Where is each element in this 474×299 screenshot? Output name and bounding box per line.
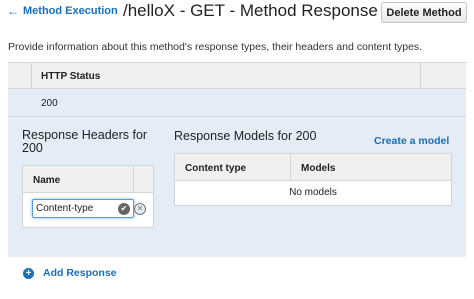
http-status-table-header: HTTP Status bbox=[8, 62, 466, 89]
page-description: Provide information about this method's … bbox=[8, 41, 423, 53]
response-headers-table: Name ✔ ✕ bbox=[22, 165, 154, 228]
response-models-table-header: Content type Models bbox=[175, 154, 451, 181]
content-type-column-header: Content type bbox=[175, 154, 291, 180]
response-models-table: Content type Models No models bbox=[174, 153, 452, 206]
delete-method-button[interactable]: Delete Method bbox=[381, 2, 467, 23]
response-models-title: Response Models for 200 bbox=[174, 129, 317, 143]
add-response-button[interactable]: + Add Response bbox=[23, 267, 117, 279]
http-status-row-200[interactable]: 200 bbox=[8, 89, 466, 117]
back-to-method-execution-link[interactable]: ← Method Execution bbox=[7, 5, 118, 17]
response-headers-title: Response Headers for 200 bbox=[22, 128, 148, 155]
table-actions-column bbox=[133, 166, 153, 192]
close-circle-icon[interactable]: ✕ bbox=[134, 203, 146, 215]
arrow-left-icon: ← bbox=[7, 4, 19, 18]
no-models-message: No models bbox=[289, 187, 337, 198]
add-response-label: Add Response bbox=[43, 267, 117, 279]
header-edit-row: ✔ ✕ bbox=[23, 193, 153, 227]
create-model-link[interactable]: Create a model bbox=[374, 135, 449, 147]
name-column-header: Name bbox=[33, 175, 61, 186]
table-gutter bbox=[8, 63, 32, 88]
back-link-label: Method Execution bbox=[23, 5, 118, 17]
models-column-header: Models bbox=[301, 163, 336, 174]
plus-circle-icon: + bbox=[23, 267, 34, 279]
response-headers-table-header: Name bbox=[23, 166, 153, 193]
table-actions-column bbox=[420, 63, 466, 88]
http-status-column-header: HTTP Status bbox=[41, 71, 101, 82]
http-status-table: HTTP Status 200 bbox=[8, 62, 466, 117]
check-circle-icon[interactable]: ✔ bbox=[118, 203, 130, 215]
page-title: /helloX - GET - Method Response bbox=[123, 1, 378, 20]
response-detail-panel: Response Headers for 200 Name ✔ ✕ Respon… bbox=[8, 117, 466, 257]
